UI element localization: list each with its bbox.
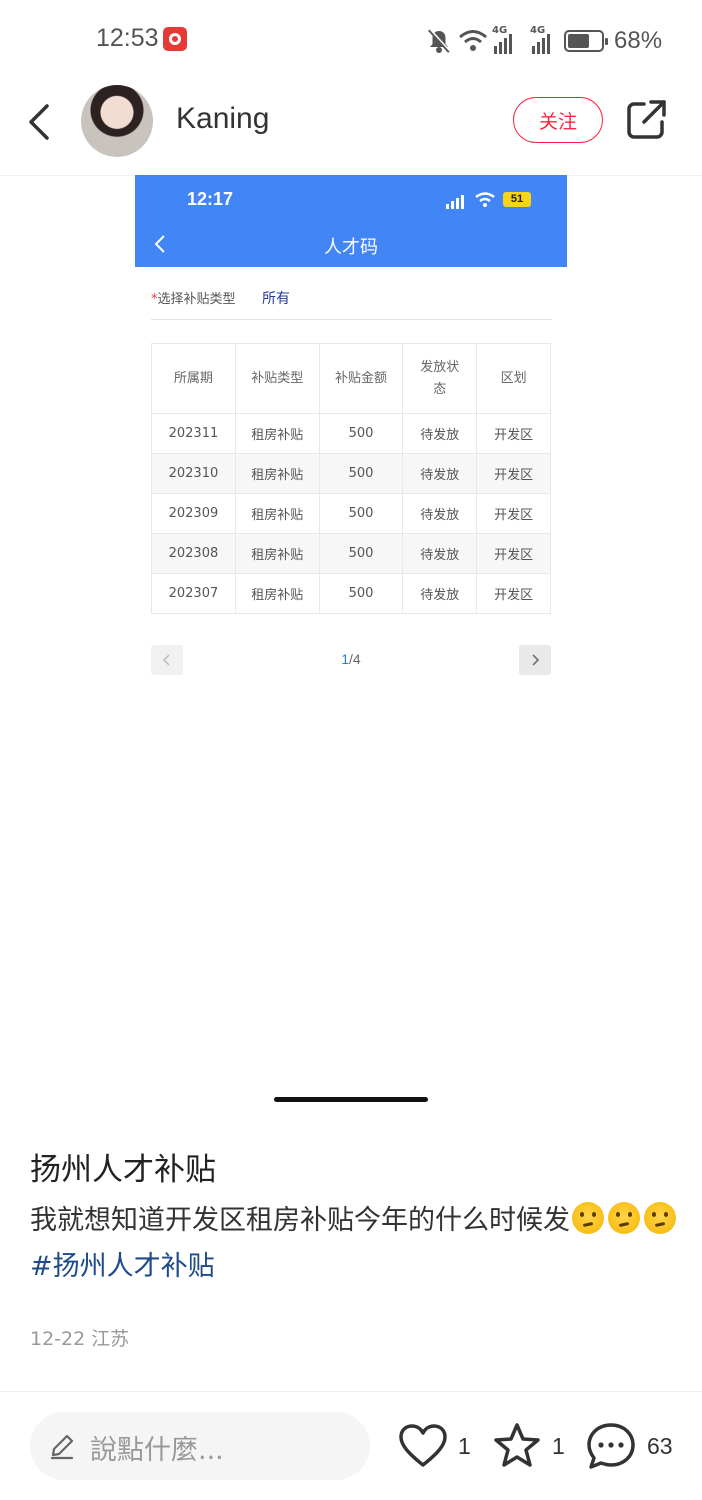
signal-2: 4G (530, 25, 550, 54)
col-period-header: 所属期 (151, 343, 236, 414)
cell-amount: 500 (318, 453, 404, 494)
total-pages: /4 (349, 651, 361, 667)
embedded-signal-icon (446, 195, 464, 209)
embedded-battery: 51 (503, 192, 531, 207)
table-row: 202307 租房补贴 500 待发放 开发区 (151, 573, 551, 614)
post-image[interactable]: 12:17 51 人才码 *选择补贴类型 所有 所属期 补贴类型 补贴金额 发放… (135, 175, 567, 695)
cell-period: 202309 (151, 493, 236, 534)
like-button[interactable]: 1 (398, 1416, 471, 1476)
cell-amount: 500 (318, 573, 404, 614)
table-row: 202308 租房补贴 500 待发放 开发区 (151, 533, 551, 574)
col-type-header: 补贴类型 (234, 343, 320, 414)
cell-type: 租房补贴 (234, 413, 320, 454)
cell-district: 开发区 (476, 453, 551, 494)
cell-district: 开发区 (476, 493, 551, 534)
comment-input[interactable]: 說點什麼... (30, 1412, 370, 1480)
signal-1: 4G (492, 25, 512, 54)
cell-status: 待发放 (402, 533, 478, 574)
cell-district: 开发区 (476, 573, 551, 614)
cell-period: 202307 (151, 573, 236, 614)
cell-status: 待发放 (402, 493, 478, 534)
col-district-header: 区划 (476, 343, 551, 414)
filter-value: 所有 (262, 291, 290, 307)
embedded-app-bar: 12:17 51 人才码 (135, 175, 567, 267)
cell-type: 租房补贴 (234, 453, 320, 494)
chevron-right-icon (532, 654, 540, 666)
comment-bubble-icon (587, 1423, 635, 1469)
table-row: 202310 租房补贴 500 待发放 开发区 (151, 453, 551, 494)
subsidy-type-filter: *选择补贴类型 所有 (151, 288, 552, 320)
cell-district: 开发区 (476, 533, 551, 574)
post-header: Kaning 关注 (0, 80, 702, 176)
embedded-status-time: 12:17 (187, 189, 234, 209)
cell-period: 202311 (151, 413, 236, 454)
image-carousel-indicator (274, 1097, 428, 1102)
thinking-face-emoji (608, 1202, 640, 1234)
username[interactable]: Kaning (176, 102, 269, 136)
thinking-face-emoji (644, 1202, 676, 1234)
post-text: 我就想知道开发区租房补贴今年的什么时候发 (30, 1205, 570, 1236)
like-count: 1 (458, 1432, 471, 1459)
star-icon (494, 1423, 540, 1467)
cell-status: 待发放 (402, 453, 478, 494)
embedded-wifi-icon (475, 192, 495, 207)
cell-status: 待发放 (402, 413, 478, 454)
page-indicator: 1/4 (151, 651, 551, 667)
battery-percent: 68% (614, 27, 663, 54)
comment-button[interactable]: 63 (585, 1416, 673, 1476)
post-title: 扬州人才补贴 (30, 1152, 216, 1188)
post-meta: 12-22 江苏 (30, 1324, 129, 1351)
post-location: 江苏 (91, 1328, 130, 1350)
comment-count: 63 (647, 1432, 673, 1459)
avatar[interactable] (81, 85, 153, 157)
status-time: 12:53 (96, 24, 159, 52)
hashtag-link[interactable]: #扬州人才补贴 (30, 1251, 215, 1282)
cell-amount: 500 (318, 533, 404, 574)
network-type-1: 4G (492, 25, 508, 36)
table-header-row: 所属期 补贴类型 补贴金额 发放状 态 区划 (151, 343, 551, 414)
table-row: 202311 租房补贴 500 待发放 开发区 (151, 413, 551, 454)
share-icon[interactable] (622, 96, 670, 144)
cell-type: 租房补贴 (234, 573, 320, 614)
cell-period: 202310 (151, 453, 236, 494)
network-type-2: 4G (530, 25, 546, 36)
cell-district: 开发区 (476, 413, 551, 454)
cell-amount: 500 (318, 493, 404, 534)
battery-fill (568, 34, 590, 48)
follow-button[interactable]: 关注 (513, 97, 603, 143)
cell-amount: 500 (318, 413, 404, 454)
col-amount-header: 补贴金额 (318, 343, 404, 414)
col-status-header: 发放状 态 (402, 343, 478, 414)
current-page: 1 (341, 651, 350, 667)
heart-icon (399, 1424, 447, 1467)
thinking-face-emoji (572, 1202, 604, 1234)
collect-count: 1 (552, 1432, 565, 1459)
cell-type: 租房补贴 (234, 493, 320, 534)
embedded-title: 人才码 (324, 237, 378, 258)
pencil-icon (50, 1434, 74, 1460)
post-body: 我就想知道开发区租房补贴今年的什么时候发 #扬州人才补贴 (30, 1198, 680, 1290)
comment-placeholder: 說點什麼... (90, 1435, 224, 1466)
table-row: 202309 租房补贴 500 待发放 开发区 (151, 493, 551, 534)
cell-status: 待发放 (402, 573, 478, 614)
battery-icon (564, 30, 608, 52)
next-page-button (519, 645, 551, 675)
app-notification-icon (163, 27, 187, 51)
filter-label: 选择补贴类型 (157, 292, 236, 307)
collect-button[interactable]: 1 (492, 1416, 565, 1476)
post-date: 12-22 (30, 1328, 86, 1350)
cell-type: 租房补贴 (234, 533, 320, 574)
bell-mute-icon (428, 28, 451, 53)
bottom-action-bar: 說點什麼... 1 1 63 (0, 1391, 702, 1500)
subsidy-table: 所属期 补贴类型 补贴金额 发放状 态 区划 202311 租房补贴 500 待… (151, 343, 551, 614)
status-bar: 12:53 4G 4G 68% (0, 0, 702, 80)
pagination: 1/4 (151, 645, 551, 677)
back-icon[interactable] (20, 100, 64, 144)
cell-period: 202308 (151, 533, 236, 574)
wifi-icon (459, 30, 487, 51)
status-icons: 4G 4G 68% (426, 25, 663, 56)
